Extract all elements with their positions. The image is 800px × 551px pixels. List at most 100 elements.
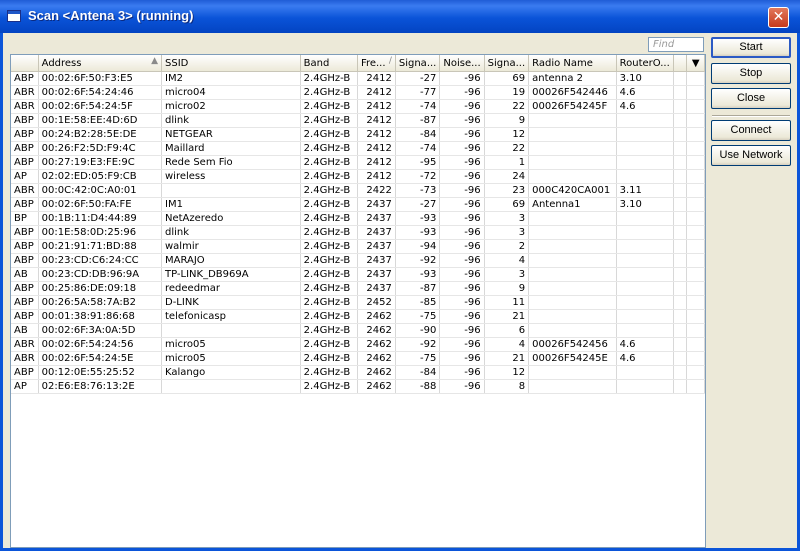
cell-address: 00:1B:11:D4:44:89 [38, 211, 163, 226]
table-row[interactable]: ABP 00:27:19:E3:FE:9C Rede Sem Fio 2.4GHz-B… [11, 155, 705, 170]
cell-blank [686, 113, 705, 128]
table-row[interactable]: ABR 00:0C:42:0C:A0:01 2.4GHz-B 2422 -73 -96 23… [11, 183, 705, 198]
stop-button[interactable]: Stop [711, 63, 791, 84]
cell-noise-floor: -96 [439, 141, 485, 156]
cell-band: 2.4GHz-B [300, 253, 358, 268]
table-row[interactable]: ABP 00:24:B2:28:5E:DE NETGEAR 2.4GHz-B 2412-… [11, 127, 705, 142]
cell-signal-strength: -74 [395, 99, 441, 114]
cell-routeros [616, 211, 674, 226]
table-row[interactable]: ABP 00:23:CD:C6:24:CC MARAJO 2.4GHz-B 2437 -9… [11, 253, 705, 268]
column-header-flags[interactable] [11, 55, 39, 72]
column-label: Fre... [360, 57, 386, 69]
column-header-address[interactable]: Address ▲ [38, 55, 163, 72]
table-row[interactable]: AB 00:02:6F:3A:0A:5D 2.4GHz-B 2462 -90 -96 6 [11, 323, 705, 338]
table-row[interactable]: BP 00:1B:11:D4:44:89 NetAzeredo 2.4GHz-B 243… [11, 211, 705, 226]
table-row[interactable]: ABP 00:02:6F:50:F3:E5 IM2 2.4GHz-B 2412 -27 -9… [11, 71, 705, 86]
cell-ssid: micro05 [161, 337, 301, 352]
table-row[interactable]: ABP 00:02:6F:50:FA:FE IM1 2.4GHz-B 2437 -27 -9… [11, 197, 705, 212]
cell-flags: ABR [11, 337, 39, 352]
column-label: Noise... [443, 57, 481, 69]
table-row[interactable]: AP 02:02:ED:05:F9:CB wireless 2.4GHz-B 2412-… [11, 169, 705, 184]
cell-address: 00:1E:58:EE:4D:6D [38, 113, 163, 128]
cell-band: 2.4GHz-B [300, 169, 358, 184]
cell-signal-to-noise: 12 [484, 365, 530, 380]
column-header-radio-name[interactable]: Radio Name [528, 55, 617, 72]
cell-band: 2.4GHz-B [300, 295, 358, 310]
cell-ssid: telefonicasp [161, 309, 301, 324]
column-header-ssid[interactable]: SSID [161, 55, 301, 72]
cell-ssid: IM2 [161, 71, 301, 86]
cell-signal-strength: -87 [395, 113, 441, 128]
close-button[interactable]: Close [711, 88, 791, 109]
cell-frequency: 2462 [357, 323, 396, 338]
cell-blank [673, 295, 688, 310]
cell-ssid: redeedmar [161, 281, 301, 296]
cell-blank [673, 211, 688, 226]
cell-routeros [616, 253, 674, 268]
table-row[interactable]: ABR 00:02:6F:54:24:5F micro02 2.4GHz-B 2412-… [11, 99, 705, 114]
table-body: ABP 00:02:6F:50:F3:E5 IM2 2.4GHz-B 2412 -27 -9… [11, 71, 705, 394]
cell-blank [686, 267, 705, 282]
connect-button[interactable]: Connect [711, 120, 791, 141]
table-row[interactable]: AP 02:E6:E8:76:13:2E 2.4GHz-B 2462 -88 -96 8 [11, 379, 705, 394]
cell-blank [673, 85, 688, 100]
table-row[interactable]: ABP 00:12:0E:55:25:52 Kalango 2.4GHz-B 2462-… [11, 365, 705, 380]
cell-band: 2.4GHz-B [300, 239, 358, 254]
cell-signal-strength: -85 [395, 295, 441, 310]
table-row[interactable]: ABP 00:01:38:91:86:68 telefonicasp 2.4GHz-B… [11, 309, 705, 324]
table-row[interactable]: AB 00:23:CD:DB:96:9A TP-LINK_DB969A 2.4GHz-… [11, 267, 705, 282]
table-row[interactable]: ABP 00:25:86:DE:09:18 redeedmar 2.4GHz-B 243… [11, 281, 705, 296]
cell-routeros [616, 267, 674, 282]
column-header-signal-to-noise[interactable]: Signa... [484, 55, 530, 72]
cell-signal-to-noise: 4 [484, 337, 530, 352]
cell-frequency: 2437 [357, 267, 396, 282]
table-row[interactable]: ABP 00:1E:58:0D:25:96 dlink 2.4GHz-B 2437 -93… [11, 225, 705, 240]
cell-routeros [616, 379, 674, 394]
cell-routeros: 4.6 [616, 99, 674, 114]
cell-frequency: 2462 [357, 309, 396, 324]
table-row[interactable]: ABR 00:02:6F:54:24:46 micro04 2.4GHz-B 2412-… [11, 85, 705, 100]
cell-radio-name [528, 113, 617, 128]
column-header-routeros[interactable]: RouterO... [616, 55, 674, 72]
cell-routeros [616, 113, 674, 128]
start-button[interactable]: Start [711, 37, 791, 58]
cell-frequency: 2412 [357, 155, 396, 170]
cell-signal-strength: -27 [395, 197, 441, 212]
cell-signal-strength: -84 [395, 365, 441, 380]
cell-band: 2.4GHz-B [300, 141, 358, 156]
column-label: Radio Name [532, 57, 593, 69]
cell-radio-name: Antenna1 [528, 197, 617, 212]
cell-blank [686, 295, 705, 310]
close-icon[interactable]: ✕ [768, 7, 789, 28]
find-input[interactable]: Find [648, 37, 704, 52]
column-header-frequency[interactable]: Fre... / [357, 55, 396, 72]
cell-radio-name [528, 253, 617, 268]
cell-blank [673, 309, 688, 324]
table-row[interactable]: ABP 00:26:5A:58:7A:B2 D-LINK 2.4GHz-B 2452 -8… [11, 295, 705, 310]
cell-address: 00:23:CD:C6:24:CC [38, 253, 163, 268]
column-menu-icon[interactable]: ▼ [686, 55, 705, 72]
cell-blank [673, 71, 688, 86]
table-row[interactable]: ABP 00:1E:58:EE:4D:6D dlink 2.4GHz-B 2412 -87… [11, 113, 705, 128]
column-header-noise-floor[interactable]: Noise... [439, 55, 485, 72]
column-label: Address [41, 57, 82, 69]
cell-noise-floor: -96 [439, 71, 485, 86]
cell-signal-to-noise: 9 [484, 113, 530, 128]
cell-address: 00:02:6F:54:24:46 [38, 85, 163, 100]
column-header-band[interactable]: Band [300, 55, 358, 72]
cell-blank [686, 71, 705, 86]
cell-ssid: dlink [161, 225, 301, 240]
cell-radio-name: 000C420CA001 [528, 183, 617, 198]
use-network-button[interactable]: Use Network [711, 145, 791, 166]
table-row[interactable]: ABP 00:26:F2:5D:F9:4C Maillard 2.4GHz-B 2412… [11, 141, 705, 156]
table-row[interactable]: ABR 00:02:6F:54:24:56 micro05 2.4GHz-B 2462-… [11, 337, 705, 352]
cell-noise-floor: -96 [439, 337, 485, 352]
scan-window: Scan <Antena 3> (running) ✕ Find Address… [0, 0, 800, 551]
scan-results-table[interactable]: Address ▲ SSID Band Fre... / Signa... Nois… [10, 54, 706, 548]
table-row[interactable]: ABP 00:21:91:71:BD:88 walmir 2.4GHz-B 2437 -9… [11, 239, 705, 254]
column-header-signal-strength[interactable]: Signa... [395, 55, 441, 72]
cell-flags: ABR [11, 99, 39, 114]
cell-blank [686, 155, 705, 170]
title-bar[interactable]: Scan <Antena 3> (running) ✕ [0, 0, 800, 33]
table-row[interactable]: ABR 00:02:6F:54:24:5E micro05 2.4GHz-B 2462-… [11, 351, 705, 366]
